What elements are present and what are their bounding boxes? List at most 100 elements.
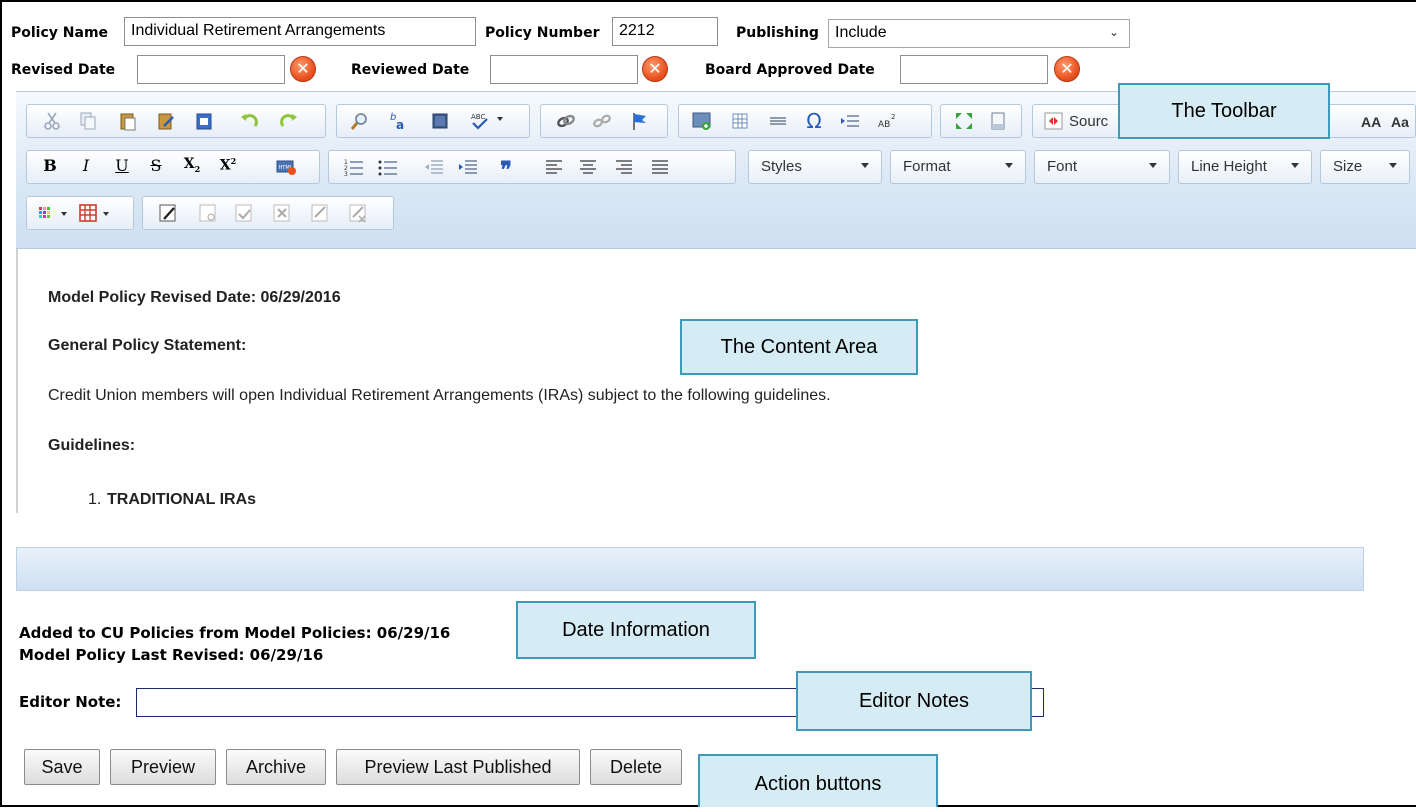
- uppercase-button[interactable]: AA: [1361, 114, 1381, 130]
- accept-change-icon[interactable]: [233, 202, 255, 224]
- numbered-list-icon[interactable]: 123: [343, 156, 365, 178]
- horizontal-rule-icon[interactable]: [767, 110, 789, 132]
- special-char-icon[interactable]: Ω: [803, 110, 825, 132]
- maximize-icon[interactable]: [953, 110, 975, 132]
- clear-revised-date-icon[interactable]: ✕: [290, 56, 316, 82]
- align-right-icon[interactable]: [613, 156, 635, 178]
- italic-icon[interactable]: I: [75, 156, 97, 178]
- last-revised-info: Model Policy Last Revised: 06/29/16: [19, 646, 324, 664]
- callout-editor-notes: Editor Notes: [796, 671, 1032, 731]
- svg-text:a: a: [396, 118, 404, 132]
- show-blocks-icon[interactable]: [987, 110, 1009, 132]
- clear-board-approved-date-icon[interactable]: ✕: [1054, 56, 1080, 82]
- text-color-dropdown-icon[interactable]: [61, 212, 67, 216]
- underline-icon[interactable]: U: [111, 156, 133, 178]
- anchor-icon[interactable]: [629, 110, 651, 132]
- revised-date-line: Model Policy Revised Date: 06/29/2016: [48, 289, 341, 306]
- policy-number-input[interactable]: 2212: [612, 17, 718, 46]
- policy-name-label: Policy Name: [11, 25, 109, 41]
- justify-icon[interactable]: [649, 156, 671, 178]
- superscript-style-icon[interactable]: AB2: [877, 110, 899, 132]
- html-icon[interactable]: HTML: [275, 156, 297, 178]
- size-dropdown[interactable]: Size: [1320, 150, 1410, 184]
- format-dropdown-label: Format: [903, 158, 951, 175]
- source-icon[interactable]: [1043, 110, 1065, 132]
- svg-text:2: 2: [891, 113, 895, 121]
- select-all-icon[interactable]: [429, 110, 451, 132]
- line-height-dropdown-label: Line Height: [1191, 158, 1267, 175]
- paragraph-group: 123 ❞: [328, 150, 736, 184]
- board-approved-date-label: Board Approved Date: [705, 62, 875, 78]
- page-break-icon[interactable]: [839, 110, 861, 132]
- callout-action-buttons: Action buttons: [698, 754, 938, 807]
- strike-icon[interactable]: S: [145, 156, 167, 178]
- bold-icon[interactable]: B: [39, 156, 61, 178]
- replace-icon[interactable]: ba: [387, 110, 409, 132]
- list-item-number: 1.: [88, 491, 102, 508]
- policy-name-input[interactable]: Individual Retirement Arrangements: [124, 17, 476, 46]
- publishing-select[interactable]: Include ⌄: [828, 19, 1130, 48]
- lowercase-button[interactable]: Aa: [1391, 114, 1409, 130]
- align-center-icon[interactable]: [577, 156, 599, 178]
- paste-text-icon[interactable]: [155, 110, 177, 132]
- subscript-icon[interactable]: X2: [181, 156, 203, 178]
- find-icon[interactable]: [349, 110, 371, 132]
- table-grid-icon[interactable]: [77, 202, 99, 224]
- source-button-label[interactable]: Sourc: [1069, 113, 1108, 130]
- archive-button[interactable]: Archive: [226, 749, 326, 785]
- save-button[interactable]: Save: [24, 749, 100, 785]
- superscript-icon[interactable]: X2: [217, 156, 239, 178]
- spellcheck-icon[interactable]: ABC: [469, 110, 491, 132]
- table-icon[interactable]: [729, 110, 751, 132]
- line-height-dropdown[interactable]: Line Height: [1178, 150, 1312, 184]
- reject-all-icon[interactable]: [347, 202, 369, 224]
- font-dropdown[interactable]: Font: [1034, 150, 1170, 184]
- text-color-icon[interactable]: [35, 202, 57, 224]
- paste-icon[interactable]: [117, 110, 139, 132]
- indent-icon[interactable]: [457, 156, 479, 178]
- size-dropdown-label: Size: [1333, 158, 1363, 175]
- bulleted-list-icon[interactable]: [377, 156, 399, 178]
- revised-date-input[interactable]: [137, 55, 285, 84]
- spellcheck-dropdown-icon[interactable]: [497, 117, 503, 121]
- editor-note-label: Editor Note:: [19, 693, 122, 711]
- color-group: [26, 196, 134, 230]
- outdent-icon[interactable]: [423, 156, 445, 178]
- copy-icon[interactable]: [77, 110, 99, 132]
- track-changes-group: [142, 196, 394, 230]
- revised-date-label: Revised Date: [11, 62, 116, 78]
- styles-dropdown[interactable]: Styles: [748, 150, 882, 184]
- clear-reviewed-date-icon[interactable]: ✕: [642, 56, 668, 82]
- track-changes-icon[interactable]: [157, 202, 179, 224]
- table-grid-dropdown-icon[interactable]: [103, 212, 109, 216]
- unlink-icon[interactable]: [591, 110, 613, 132]
- chevron-down-icon: [1291, 163, 1299, 168]
- image-icon[interactable]: [691, 110, 713, 132]
- delete-button[interactable]: Delete: [590, 749, 682, 785]
- callout-toolbar: The Toolbar: [1118, 83, 1330, 139]
- show-changes-icon[interactable]: [197, 202, 219, 224]
- reject-change-icon[interactable]: [271, 202, 293, 224]
- align-left-icon[interactable]: [543, 156, 565, 178]
- undo-icon[interactable]: [239, 110, 261, 132]
- heading-general-policy: General Policy Statement:: [48, 337, 247, 354]
- publishing-label: Publishing: [736, 25, 819, 41]
- preview-button[interactable]: Preview: [110, 749, 216, 785]
- clipboard-group: [26, 104, 326, 138]
- reviewed-date-input[interactable]: [490, 55, 638, 84]
- svg-text:3: 3: [344, 171, 348, 178]
- format-dropdown[interactable]: Format: [890, 150, 1026, 184]
- link-icon[interactable]: [555, 110, 577, 132]
- board-approved-date-input[interactable]: [900, 55, 1048, 84]
- accept-all-icon[interactable]: [309, 202, 331, 224]
- callout-content-area: The Content Area: [680, 319, 918, 375]
- editor-content-area[interactable]: Model Policy Revised Date: 06/29/2016 Ge…: [16, 249, 1416, 513]
- cut-icon[interactable]: [41, 110, 63, 132]
- blockquote-icon[interactable]: ❞: [495, 156, 517, 183]
- redo-icon[interactable]: [277, 110, 299, 132]
- chevron-down-icon: [1149, 163, 1157, 168]
- chevron-down-icon: ⌄: [1108, 25, 1119, 39]
- paste-word-icon[interactable]: [193, 110, 215, 132]
- basic-styles-group: B I U S X2 X2 HTML: [26, 150, 320, 184]
- preview-last-published-button[interactable]: Preview Last Published: [336, 749, 580, 785]
